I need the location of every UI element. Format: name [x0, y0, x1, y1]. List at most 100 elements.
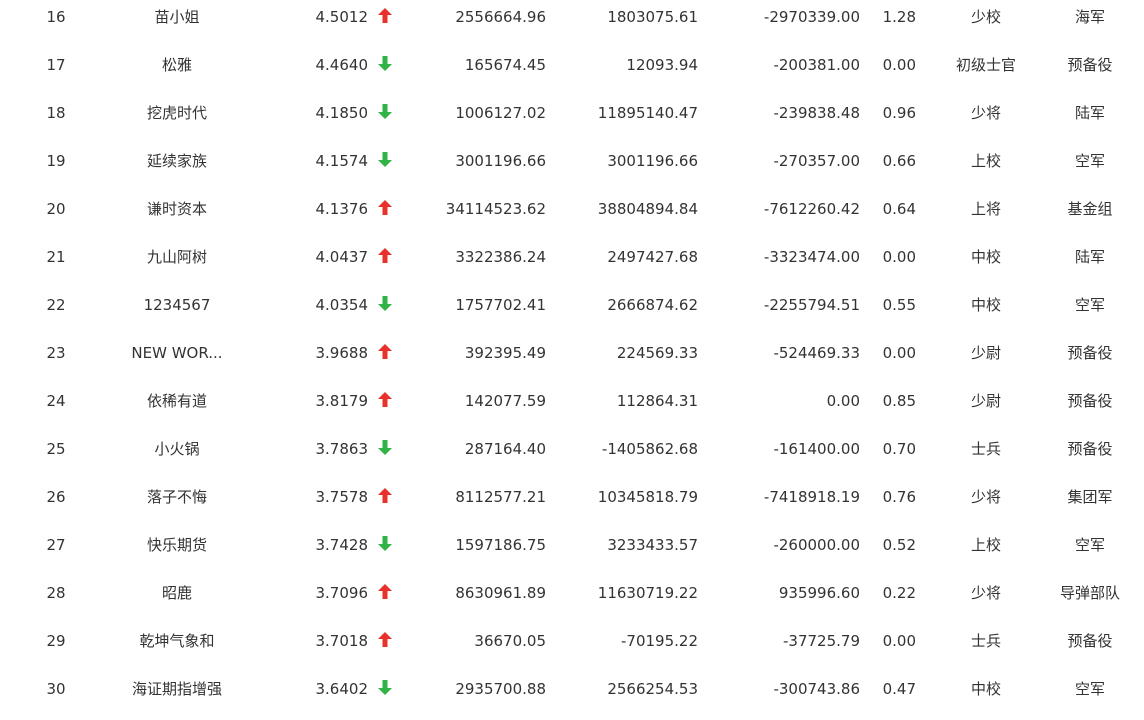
value1-cell: 165674.45	[464, 56, 546, 74]
value2-cell: 1803075.61	[607, 8, 698, 26]
ratio-cell: 0.00	[882, 56, 916, 74]
value3-cell: 0.00	[826, 392, 860, 410]
score-cell: 3.7863	[315, 440, 369, 458]
rank-cell: 24	[46, 392, 66, 410]
army-cell: 导弹部队	[1059, 584, 1120, 602]
value2-cell: 11895140.47	[597, 104, 698, 122]
rank-cell: 30	[46, 680, 66, 698]
value2-cell: 2497427.68	[607, 248, 698, 266]
score-cell: 3.6402	[315, 680, 369, 698]
army-cell: 空军	[1074, 536, 1105, 554]
military-rank-cell: 少将	[970, 104, 1001, 122]
score-cell: 4.5012	[315, 8, 369, 26]
name-cell: 苗小姐	[154, 8, 200, 26]
army-cell: 基金组	[1067, 200, 1113, 218]
arrow-down-icon	[374, 432, 396, 466]
ratio-cell: 0.52	[882, 536, 916, 554]
value1-cell: 8112577.21	[455, 488, 546, 506]
table-row[interactable]: 28 昭鹿 3.7096 8630961.89 11630719.22 935996.60…	[0, 576, 1144, 624]
table-row[interactable]: 22 1234567 4.0354 1757702.41 2666874.62 -2255…	[0, 288, 1144, 336]
value2-cell: 12093.94	[626, 56, 698, 74]
table-row[interactable]: 19 延续家族 4.1574 3001196.66 3001196.66 -270357.…	[0, 144, 1144, 192]
value2-cell: 2666874.62	[607, 296, 698, 314]
score-cell: 4.0354	[315, 296, 369, 314]
value1-cell: 36670.05	[474, 632, 546, 650]
rank-cell: 19	[46, 152, 66, 170]
value1-cell: 287164.40	[464, 440, 546, 458]
ratio-cell: 0.64	[882, 200, 916, 218]
rank-cell: 22	[46, 296, 66, 314]
military-rank-cell: 初级士官	[955, 56, 1016, 74]
value1-cell: 392395.49	[464, 344, 546, 362]
army-cell: 海军	[1074, 8, 1105, 26]
value3-cell: -270357.00	[773, 152, 860, 170]
name-cell: 延续家族	[146, 152, 207, 170]
table-row[interactable]: 18 挖虎时代 4.1850 1006127.02 11895140.47 -239838…	[0, 96, 1144, 144]
arrow-up-icon	[374, 624, 396, 658]
value3-cell: -7418918.19	[763, 488, 860, 506]
army-cell: 预备役	[1067, 392, 1113, 410]
military-rank-cell: 少校	[970, 8, 1001, 26]
army-cell: 陆军	[1074, 104, 1105, 122]
value2-cell: 3233433.57	[607, 536, 698, 554]
ratio-cell: 0.55	[882, 296, 916, 314]
arrow-down-icon	[374, 672, 396, 706]
value3-cell: -239838.48	[773, 104, 860, 122]
ratio-cell: 0.00	[882, 632, 916, 650]
army-cell: 空军	[1074, 296, 1105, 314]
table-row[interactable]: 23 NEW WOR... 3.9688 392395.49 224569.33 -524…	[0, 336, 1144, 384]
value3-cell: -200381.00	[773, 56, 860, 74]
table-row[interactable]: 20 谦时资本 4.1376 34114523.62 38804894.84 -76122…	[0, 192, 1144, 240]
rank-cell: 29	[46, 632, 66, 650]
name-cell: 昭鹿	[161, 584, 192, 602]
value1-cell: 2556664.96	[455, 8, 546, 26]
arrow-up-icon	[374, 480, 396, 514]
value1-cell: 3001196.66	[455, 152, 546, 170]
military-rank-cell: 少尉	[970, 392, 1001, 410]
value3-cell: -3323474.00	[763, 248, 860, 266]
table-row[interactable]: 26 落子不悔 3.7578 8112577.21 10345818.79 -741891…	[0, 480, 1144, 528]
name-cell: 小火锅	[154, 440, 200, 458]
ratio-cell: 0.00	[882, 344, 916, 362]
army-cell: 空军	[1074, 680, 1105, 698]
value1-cell: 2935700.88	[455, 680, 546, 698]
arrow-up-icon	[374, 576, 396, 610]
value3-cell: -524469.33	[773, 344, 860, 362]
name-cell: 海证期指增强	[131, 680, 222, 698]
table-row[interactable]: 21 九山阿树 4.0437 3322386.24 2497427.68 -3323474…	[0, 240, 1144, 288]
table-row[interactable]: 27 快乐期货 3.7428 1597186.75 3233433.57 -260000.…	[0, 528, 1144, 576]
value2-cell: 38804894.84	[597, 200, 698, 218]
arrow-up-icon	[374, 384, 396, 418]
table-row[interactable]: 17 松雅 4.4640 165674.45 12093.94 -200381.00 0.0…	[0, 48, 1144, 96]
ratio-cell: 0.66	[882, 152, 916, 170]
value2-cell: -70195.22	[621, 632, 698, 650]
ratio-cell: 0.96	[882, 104, 916, 122]
score-cell: 3.7428	[315, 536, 369, 554]
arrow-down-icon	[374, 96, 396, 130]
value1-cell: 8630961.89	[455, 584, 546, 602]
table-row[interactable]: 29 乾坤气象和 3.7018 36670.05 -70195.22 -37725.79 0…	[0, 624, 1144, 672]
table-row[interactable]: 30 海证期指增强 3.6402 2935700.88 2566254.53 -30074…	[0, 672, 1144, 720]
military-rank-cell: 中校	[970, 248, 1001, 266]
rank-cell: 16	[46, 8, 66, 26]
army-cell: 空军	[1074, 152, 1105, 170]
name-cell: 松雅	[161, 56, 192, 74]
ratio-cell: 0.85	[882, 392, 916, 410]
score-cell: 4.4640	[315, 56, 369, 74]
name-cell: 乾坤气象和	[139, 632, 215, 650]
value1-cell: 1597186.75	[455, 536, 546, 554]
value2-cell: -1405862.68	[601, 440, 698, 458]
table-row[interactable]: 16 苗小姐 4.5012 2556664.96 1803075.61 -2970339.…	[0, 0, 1144, 48]
military-rank-cell: 中校	[970, 296, 1001, 314]
value3-cell: -300743.86	[773, 680, 860, 698]
arrow-down-icon	[374, 288, 396, 322]
rank-cell: 25	[46, 440, 66, 458]
ratio-cell: 0.47	[882, 680, 916, 698]
value2-cell: 10345818.79	[597, 488, 698, 506]
ratio-cell: 0.00	[882, 248, 916, 266]
name-cell: 依稀有道	[146, 392, 207, 410]
table-row[interactable]: 25 小火锅 3.7863 287164.40 -1405862.68 -161400.0…	[0, 432, 1144, 480]
table-row[interactable]: 24 依稀有道 3.8179 142077.59 112864.31 0.00 0.85 少尉…	[0, 384, 1144, 432]
ratio-cell: 0.22	[882, 584, 916, 602]
rank-cell: 20	[46, 200, 66, 218]
